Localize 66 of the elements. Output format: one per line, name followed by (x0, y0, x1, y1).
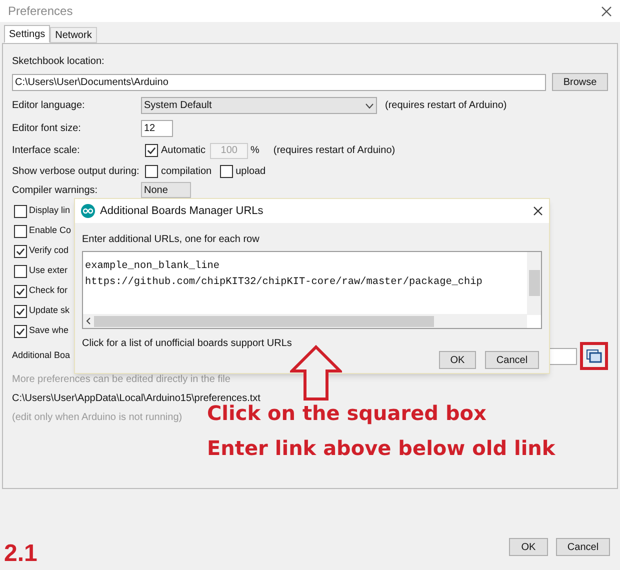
checkbox-label: Check for (29, 284, 68, 298)
browse-button[interactable]: Browse (552, 73, 608, 91)
dialog-button[interactable]: Cancel (485, 351, 539, 369)
check-icon (16, 286, 25, 296)
horizontal-scrollbar[interactable] (83, 314, 527, 328)
instruction-text: Enter link above below old link (207, 435, 556, 462)
boards-list-link[interactable]: Click for a list of unofficial boards support URLs (82, 336, 542, 351)
restart-note: (requires restart of Arduino) (385, 99, 507, 113)
field-label: Interface scale: (12, 144, 81, 158)
check-icon (16, 326, 25, 336)
checkbox[interactable] (14, 204, 27, 218)
checkbox[interactable] (14, 324, 27, 338)
tab[interactable]: Settings (4, 25, 50, 43)
checkbox-label: Use exter (29, 264, 68, 278)
checkbox-label: upload (236, 165, 266, 179)
checkbox[interactable] (14, 304, 27, 318)
step-number: 2.1 (4, 542, 38, 566)
checkbox-label: Verify cod (29, 244, 69, 258)
sketchbook-field[interactable]: C:\Users\User\Documents\Arduino (12, 74, 546, 90)
field-label: Compiler warnings: (12, 184, 99, 198)
dialog-button[interactable]: Cancel (556, 538, 610, 556)
checkbox-label: Update sk (29, 304, 70, 318)
info-note: More preferences can be edited directly in the file (12, 373, 230, 387)
font-size-field[interactable]: 12 (141, 120, 173, 137)
checkbox[interactable] (14, 224, 27, 238)
scroll-left-icon[interactable] (86, 317, 91, 325)
infinity-logo-icon (81, 204, 95, 218)
checkbox-label: Enable Co (29, 224, 72, 238)
checkbox[interactable] (145, 144, 158, 157)
close-icon[interactable] (601, 6, 612, 16)
checkbox-label: Save whe (29, 324, 69, 338)
check-icon (16, 306, 25, 316)
language-dropdown[interactable]: System Default (141, 97, 377, 114)
url-line: https://github.com/chipKIT32/chipKIT-core/raw/master/package_chip (85, 276, 484, 290)
checkbox[interactable] (220, 165, 233, 178)
url-line: example_non_blank_line (85, 260, 220, 274)
info-note: (edit only when Arduino is not running) (12, 411, 182, 425)
checkbox[interactable] (14, 244, 27, 258)
dialog-button[interactable]: OK (439, 351, 476, 369)
dialog-button[interactable]: OK (509, 538, 548, 556)
checkbox[interactable] (14, 284, 27, 298)
checkbox-label: Automatic (161, 144, 206, 158)
restart-note: (requires restart of Arduino) (273, 144, 396, 158)
check-icon (16, 246, 25, 256)
field-label: Sketchbook location: (12, 55, 106, 69)
chevron-down-icon (365, 102, 374, 108)
checkbox[interactable] (14, 264, 27, 278)
checkbox[interactable] (145, 165, 158, 178)
tab[interactable]: Network (50, 27, 97, 43)
preferences-path: C:\Users\User\AppData\Local\Arduino15\preferences.txt (12, 392, 260, 404)
vertical-scrollbar[interactable] (527, 252, 541, 315)
field-label: Additional Boa (12, 349, 70, 362)
percent-sign: % (250, 144, 260, 158)
prompt-text: Enter additional URLs, one for each row (82, 233, 260, 247)
field-label: Editor font size: (12, 122, 82, 136)
check-icon (147, 146, 156, 155)
window-stack-icon[interactable] (586, 349, 602, 363)
urls-textarea[interactable]: example_non_blank_line https://github.com/chipKIT32/chipKIT-core/raw/master/package_chip (82, 251, 542, 329)
warnings-dropdown[interactable]: None (141, 182, 191, 198)
dialog-title: Additional Boards Manager URLs (100, 204, 264, 219)
close-icon[interactable] (533, 206, 543, 216)
window-title: Preferences (8, 3, 73, 20)
field-label: Editor language: (12, 99, 86, 113)
checkbox-label: compilation (161, 165, 212, 179)
field-label: Show verbose output during: (12, 165, 140, 179)
checkbox-label: Display lin (29, 204, 70, 218)
